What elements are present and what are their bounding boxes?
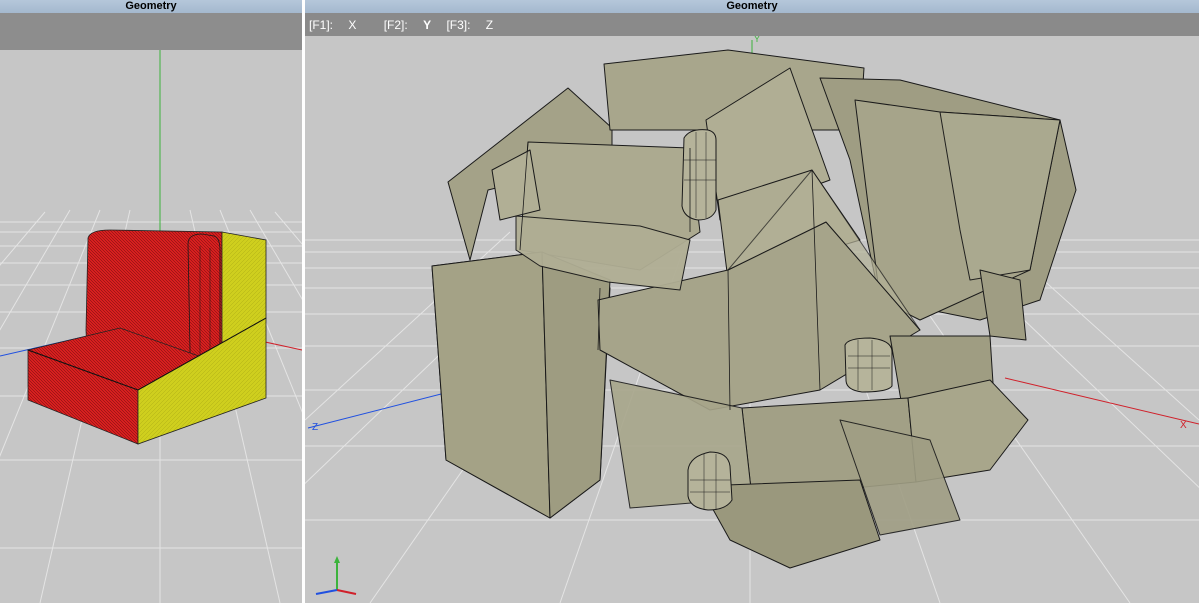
right-scene[interactable]: Y Z X xyxy=(305,36,1199,603)
orientation-gizmo xyxy=(315,556,357,595)
axis-toolbar: [F1]: X [F2]: Y [F3]: Z xyxy=(305,13,1199,36)
x-axis-label: X xyxy=(1180,420,1187,431)
left-scene[interactable]: Y xyxy=(0,50,302,603)
axis-x-label: X xyxy=(348,18,357,32)
axis-button-y[interactable]: [F2]: Y xyxy=(384,18,431,32)
z-axis-label: Z xyxy=(312,422,318,433)
right-viewport[interactable]: Geometry [F1]: X [F2]: Y [F3]: Z Y Z X xyxy=(305,0,1199,603)
y-axis-label: Y xyxy=(754,36,760,44)
red-yellow-chair-model xyxy=(26,229,267,445)
left-viewport-toolbar xyxy=(0,13,302,50)
axis-button-x[interactable]: [F1]: X xyxy=(309,18,368,32)
axis-key-f2: [F2]: xyxy=(383,18,408,32)
right-viewport-title: Geometry xyxy=(305,0,1199,13)
left-viewport[interactable]: Geometry xyxy=(0,0,302,603)
axis-z-label: Z xyxy=(485,18,494,32)
left-viewport-title: Geometry xyxy=(0,0,302,13)
axis-key-f1: [F1]: xyxy=(309,18,334,32)
x-axis-line xyxy=(1004,377,1199,425)
axis-y-label: Y xyxy=(423,18,432,32)
axis-button-z[interactable]: [F3]: Z xyxy=(446,18,505,32)
axis-key-f3: [F3]: xyxy=(446,18,471,32)
stacked-boxes-model xyxy=(431,49,1077,569)
